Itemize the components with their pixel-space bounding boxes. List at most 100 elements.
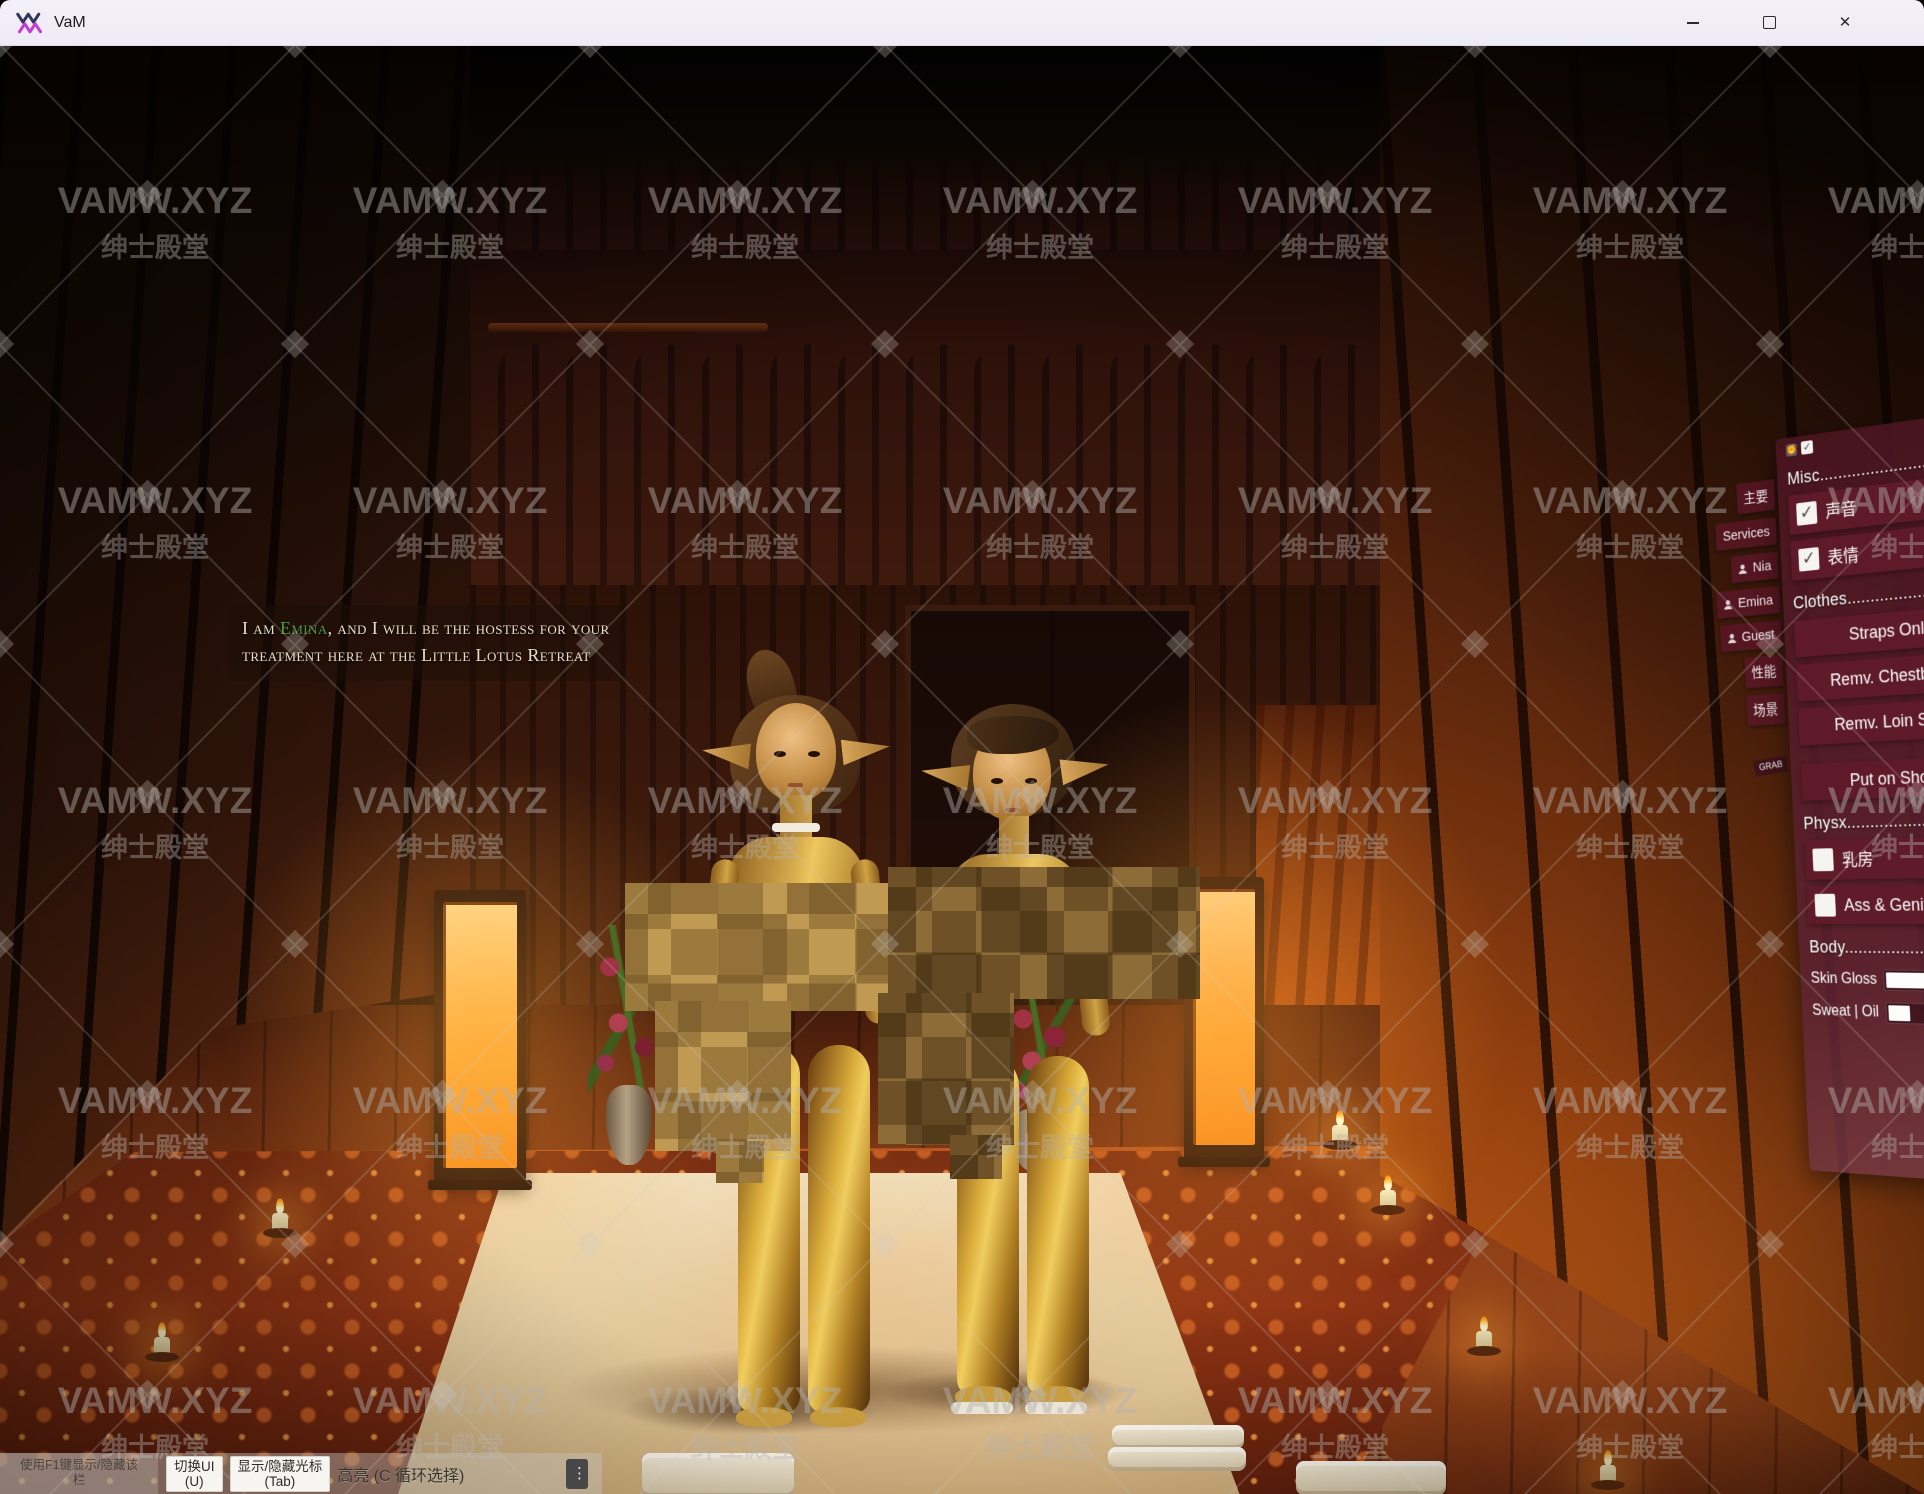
person-icon	[1723, 598, 1733, 610]
window-title: VaM	[54, 14, 86, 32]
maximize-icon	[1763, 16, 1776, 29]
close-icon: ✕	[1839, 15, 1852, 30]
tab-main[interactable]: 主要	[1736, 479, 1775, 514]
toggle-cursor-button[interactable]: 显示/隐藏光标 (Tab)	[230, 1456, 331, 1492]
tab-services[interactable]: Services	[1716, 517, 1777, 551]
censor-mosaic	[716, 1141, 764, 1183]
leg	[808, 1045, 870, 1413]
checkbox-breasts[interactable]	[1812, 848, 1834, 871]
remove-chestband-button[interactable]: Remv. Chestband	[1796, 650, 1924, 701]
highlight-mode-label: 高亮 (C 循环选择)	[337, 1462, 464, 1486]
checkbox-sound[interactable]: ✓	[1796, 501, 1817, 526]
maximize-button[interactable]	[1746, 0, 1792, 45]
in-game-menu-panel: 主要 Services Nia Emina Guest 性能 场景 GRAB ✊	[1709, 407, 1924, 1208]
checkbox-row-breasts[interactable]: 乳房	[1804, 836, 1924, 880]
section-header-clothes: Clothes..........................	[1793, 575, 1924, 614]
tab-label: Nia	[1752, 558, 1771, 576]
candle	[1476, 1331, 1492, 1351]
candle	[154, 1337, 170, 1357]
checkbox-ass-genitals[interactable]	[1814, 894, 1836, 917]
eye	[774, 751, 786, 757]
vam-logo-icon	[16, 9, 44, 37]
game-viewport[interactable]: I am Emina, and I will be the hostess fo…	[0, 45, 1924, 1494]
remove-loin-strap-button[interactable]: Remv. Loin Strap	[1798, 697, 1924, 746]
censor-mosaic	[878, 993, 1014, 1145]
more-options-button[interactable]: ⋮	[566, 1459, 588, 1489]
towel	[1108, 1447, 1246, 1471]
towel	[642, 1453, 794, 1494]
towel	[1296, 1461, 1446, 1494]
censor-mosaic	[655, 1001, 791, 1151]
eye	[1025, 778, 1037, 784]
slider-label: Sweat | Oil	[1812, 1002, 1879, 1021]
slider-fill	[1888, 1005, 1910, 1021]
menu-tab-column: 主要 Services Nia Emina Guest 性能 场景 GRAB	[1711, 479, 1788, 776]
floor-lantern-left	[434, 890, 526, 1182]
mouth	[788, 783, 803, 787]
toggle-ui-button[interactable]: 切换UI (U)	[166, 1456, 223, 1492]
hint-line2: 栏	[0, 1473, 158, 1488]
eye	[991, 778, 1003, 784]
candle	[1600, 1465, 1616, 1485]
button-label: 显示/隐藏光标	[238, 1459, 323, 1474]
skin-gloss-slider[interactable]	[1883, 969, 1924, 993]
app-window: VaM ✕	[0, 0, 1924, 1494]
slider-row-skin-gloss: Skin Gloss	[1810, 968, 1924, 993]
curtain-valance	[430, 250, 1450, 370]
tab-scene[interactable]: 场景	[1746, 693, 1785, 726]
checkbox-label: 乳房	[1841, 846, 1874, 871]
checkbox-label: 声音	[1825, 495, 1857, 523]
button-label: 切换UI	[174, 1459, 215, 1474]
choker	[772, 823, 820, 832]
button-hotkey: (Tab)	[238, 1474, 323, 1489]
checkbox-label: Ass & Genitals	[1844, 894, 1924, 915]
section-header-body: Body..........................	[1809, 937, 1924, 959]
tab-guest[interactable]: Guest	[1720, 620, 1782, 652]
towel	[1112, 1425, 1244, 1449]
grab-button[interactable]: GRAB	[1753, 756, 1788, 777]
button-hotkey: (U)	[174, 1474, 215, 1489]
foot	[810, 1407, 866, 1427]
lantern-panel	[443, 902, 517, 1168]
candle	[272, 1213, 288, 1233]
panel-pin-checkbox[interactable]: ✓	[1801, 440, 1813, 455]
checkbox-row-ass-genitals[interactable]: Ass & Genitals	[1806, 884, 1924, 924]
sweat-oil-slider[interactable]	[1886, 1002, 1924, 1027]
neck	[999, 816, 1029, 856]
checkbox-expression[interactable]: ✓	[1798, 547, 1819, 572]
sandal	[951, 1402, 1013, 1414]
f1-hint-box: 使用F1键显示/隐藏该 栏	[0, 1453, 158, 1494]
panel-pin-icon[interactable]: ✊	[1786, 443, 1797, 457]
close-button[interactable]: ✕	[1822, 0, 1868, 45]
eye	[808, 751, 820, 757]
checkbox-label: 表情	[1827, 542, 1859, 570]
put-on-shoes-button[interactable]: Put on Shoes	[1801, 755, 1924, 801]
sandal	[1025, 1402, 1087, 1414]
dialogue-box: I am Emina, and I will be the hostess fo…	[228, 605, 624, 681]
slider-row-sweat-oil: Sweat | Oil	[1812, 1001, 1924, 1028]
slider-fill	[1886, 972, 1924, 989]
tab-label: Emina	[1738, 592, 1774, 611]
person-icon	[1727, 632, 1737, 644]
candle	[1380, 1190, 1396, 1210]
person-icon	[1738, 563, 1748, 575]
minimize-button[interactable]	[1670, 0, 1716, 45]
tab-label: Guest	[1741, 627, 1775, 646]
tab-nia[interactable]: Nia	[1731, 552, 1779, 584]
censor-mosaic	[888, 867, 1200, 999]
section-header-physx: Physx..........................	[1803, 808, 1924, 834]
tab-label: 主要	[1743, 486, 1769, 509]
tab-emina[interactable]: Emina	[1717, 586, 1781, 619]
censor-mosaic	[950, 1135, 1002, 1179]
curtain-rod	[488, 323, 768, 332]
leg	[1027, 1056, 1089, 1396]
censor-mosaic	[625, 883, 903, 1011]
minimize-icon	[1687, 22, 1699, 24]
bottom-toolbar: 切换UI (U) 显示/隐藏光标 (Tab) 高亮 (C 循环选择) ⋮	[158, 1453, 602, 1494]
candle	[1332, 1125, 1348, 1145]
tab-performance[interactable]: 性能	[1744, 655, 1783, 688]
lantern-panel	[1193, 889, 1255, 1145]
tab-label: Services	[1722, 524, 1770, 545]
npc-name: Emina	[280, 618, 328, 638]
dialogue-text: I am	[242, 618, 280, 638]
